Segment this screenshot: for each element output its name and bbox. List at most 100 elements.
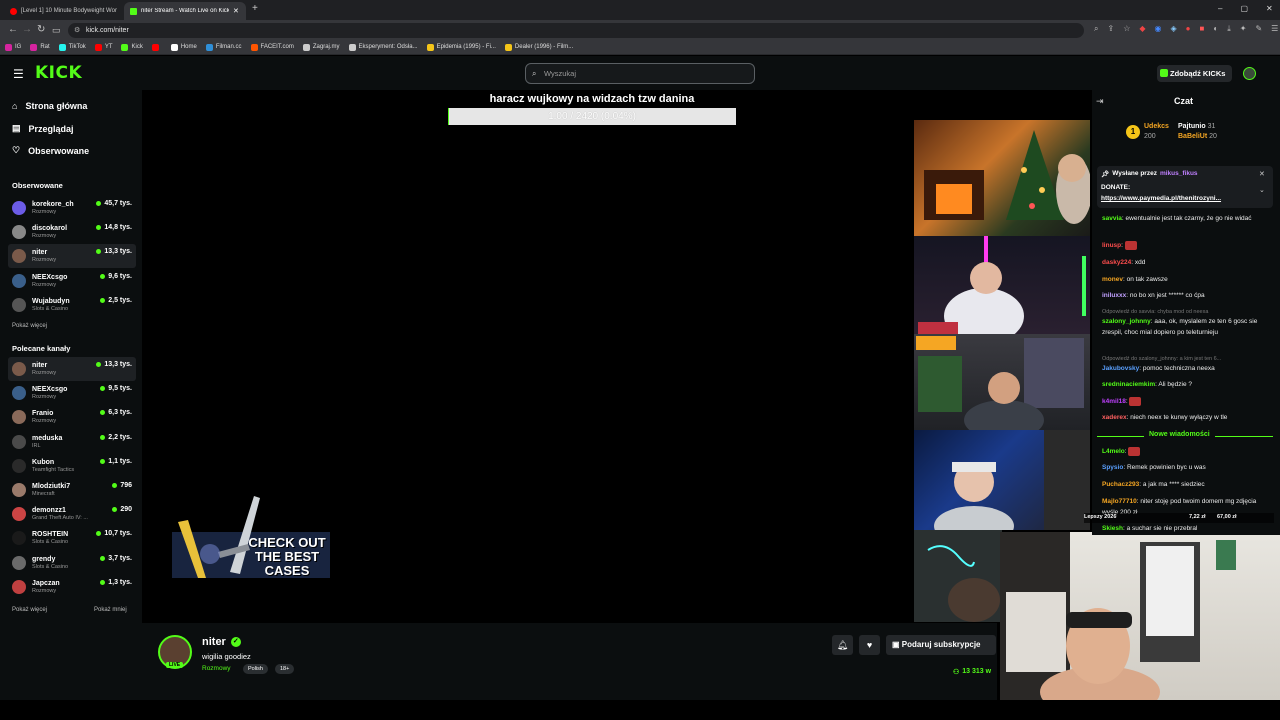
chat-username[interactable]: Majlo77710 [1102,498,1137,505]
bookmark-item[interactable]: Filman.cc [205,43,242,51]
minimize-button[interactable]: – [1218,4,1222,13]
tag-adult[interactable]: 18+ [275,664,295,674]
get-kicks-button[interactable]: Zdobądź KICKs [1157,65,1232,82]
bookmark-item[interactable]: Eksperyment: Odsła... [348,43,418,51]
bookmark-item[interactable]: IG [5,43,21,51]
user-avatar[interactable] [1243,67,1256,80]
channel-roshtein[interactable]: ROSHTEIN Slots & Casino 10,7 tys. [8,526,136,550]
new-tab-button[interactable]: + [252,3,258,14]
tag-polish[interactable]: Polish [243,664,268,674]
bookmark-item[interactable]: Rat [30,43,50,51]
show-more-recommended[interactable]: Pokaż więcej [12,607,47,613]
show-less-recommended[interactable]: Pokaż mniej [94,607,127,613]
chat-username[interactable]: Spysio [1102,464,1123,471]
bookmark-item[interactable]: Epidemia (1995) - Fi... [426,43,496,51]
extension-icon[interactable]: ◐ [1213,24,1218,34]
close-window-button[interactable]: ✕ [1266,4,1273,13]
reading-list-icon[interactable]: ☰ [1271,24,1278,34]
extension-icon[interactable]: ■ [1200,24,1205,34]
chat-username[interactable]: monev [1102,276,1123,283]
bookmark-item[interactable]: Home [170,43,197,51]
chat-username[interactable]: Puchacz293 [1102,481,1139,488]
download-icon[interactable]: ⤓ [1227,24,1231,34]
top-gifter-3[interactable]: BaBeliUt 20 [1178,132,1217,142]
viewer-count: 2,2 tys. [108,433,132,441]
back-arrow-icon[interactable]: ← [8,24,18,36]
channel-neexcsgo[interactable]: NEEXcsgo Rozmowy 9,5 tys. [8,381,136,405]
chat-username[interactable]: xaderex [1102,414,1127,421]
reload-icon[interactable]: ↻ [37,24,45,36]
chat-username[interactable]: Jakubovsky [1102,365,1139,372]
close-tab-icon[interactable]: ✕ [233,7,239,15]
gift-subscription-button[interactable]: ▣ Podaruj subskrypcje [886,635,996,655]
browser-tab-1[interactable]: [Level 1] 10 Minute Bodyweight Wor [4,2,120,20]
chat-username[interactable]: dasky224 [1102,259,1131,266]
show-more-followed[interactable]: Pokaż więcej [12,323,47,329]
chat-username[interactable]: linusp [1102,242,1121,249]
extension-icon[interactable]: ◆ [1139,24,1145,34]
extension-icon[interactable]: ◉ [1155,24,1162,34]
channel-korekore_ch[interactable]: korekore_ch Rozmowy 45,7 tys. [8,196,136,220]
webcam-feed-streamer [1000,532,1280,700]
extensions-puzzle-icon[interactable]: ✦ [1240,24,1247,34]
maximize-button[interactable]: ▢ [1240,4,1248,13]
streamer-name[interactable]: niter [202,636,226,648]
channel-franio[interactable]: Franio Rozmowy 6,3 tys. [8,405,136,429]
bookmark-tab-icon[interactable]: ▭ [52,24,61,36]
channel-meduska[interactable]: meduska IRL 2,2 tys. [8,430,136,454]
url-field[interactable]: ⚙ kick.com/niter [68,23,1084,38]
channel-wujabudyn[interactable]: Wujabudyn Slots & Casino 2,5 tys. [8,293,136,317]
bookmark-item[interactable]: Zagraj.my [302,43,340,51]
bookmark-item[interactable]: TikTok [58,43,86,51]
hamburger-menu-icon[interactable]: ☰ [13,67,24,81]
bookmark-item[interactable]: FACEIT.com [250,43,294,51]
notification-bell-button[interactable]: 🔔︎ [832,635,853,655]
kick-logo[interactable]: KICK [35,63,82,83]
star-icon[interactable]: ☆ [1123,24,1130,34]
edit-icon[interactable]: ✎ [1255,24,1262,34]
share-icon[interactable]: ⇪ [1107,24,1114,34]
chat-username[interactable]: szalony_johnny [1102,318,1151,325]
zoom-icon[interactable]: ⌕ [1094,24,1098,34]
pinned-link[interactable]: https://www.paymedia.pl/thenitrozyni... [1101,195,1221,202]
nav-browse[interactable]: ▤ Przeglądaj [12,123,74,134]
extension-icon[interactable]: ◈ [1171,24,1177,34]
channel-neexcsgo[interactable]: NEEXcsgo Rozmowy 9,6 tys. [8,269,136,293]
channel-demonzz1[interactable]: demonzz1 Grand Theft Auto IV: ... 290 [8,502,136,526]
chat-username[interactable]: Skiesh [1102,525,1123,532]
donation-goal-bar: 1.00 / 2420 (0.04%) [448,108,736,125]
unpin-icon[interactable]: ✕ [1259,170,1265,178]
chat-username[interactable]: iniluxxx [1102,292,1126,299]
chat-username[interactable]: k4mil18 [1102,398,1126,405]
top-gifter-1[interactable]: Udekcs 200 [1144,122,1169,142]
collapse-chat-icon[interactable]: ⇥ [1096,96,1104,107]
expand-chevron-icon[interactable]: ⌄ [1259,186,1265,194]
search-input[interactable]: ⌕ Wyszukaj [525,63,755,84]
channel-mlodziutki7[interactable]: Mlodziutki7 Minecraft 796 [8,478,136,502]
channel-niter[interactable]: niter Rozmowy 13,3 tys. [8,244,136,269]
bookmark-item[interactable] [151,43,162,51]
channel-kubon[interactable]: Kubon Teamfight Tactics 1,1 tys. [8,454,136,478]
bookmark-item[interactable]: YT [94,43,112,51]
nav-following[interactable]: ♡ Obserwowane [12,145,89,156]
live-dot-icon [96,531,102,537]
browser-tab-2[interactable]: niter Stream - Watch Live on Kick ✕ [124,2,246,20]
site-info-icon[interactable]: ⚙ [74,23,80,38]
stream-category[interactable]: Rozmowy [202,665,231,672]
channel-grendy[interactable]: grendy Slots & Casino 3,7 tys. [8,551,136,575]
pinned-message[interactable]: 📌︎ Wysłane przez mikus_fikus DONATE: htt… [1097,166,1273,208]
channel-japczan[interactable]: Japczan Rozmowy 1,3 tys. [8,575,136,599]
follow-heart-button[interactable]: ♥ [859,635,880,655]
promo-banner[interactable]: CHECK OUT THE BEST CASES [170,492,330,580]
chat-username[interactable]: sredninaciemkim [1102,381,1155,388]
top-gifter-2[interactable]: Pajtunio 31 [1178,122,1217,132]
channel-niter[interactable]: niter Rozmowy 13,3 tys. [8,357,136,381]
chat-username[interactable]: savvia [1102,215,1122,222]
channel-discokarol[interactable]: discokarol Rozmowy 14,8 tys. [8,220,136,244]
extension-icon[interactable]: ● [1186,24,1191,34]
bookmark-item[interactable]: Kick [121,43,143,51]
nav-home[interactable]: ⌂ Strona główna [12,101,87,111]
forward-arrow-icon[interactable]: → [22,24,32,36]
chat-username[interactable]: L4melo [1102,448,1125,455]
bookmark-item[interactable]: Dealer (1996) - Film... [504,43,573,51]
